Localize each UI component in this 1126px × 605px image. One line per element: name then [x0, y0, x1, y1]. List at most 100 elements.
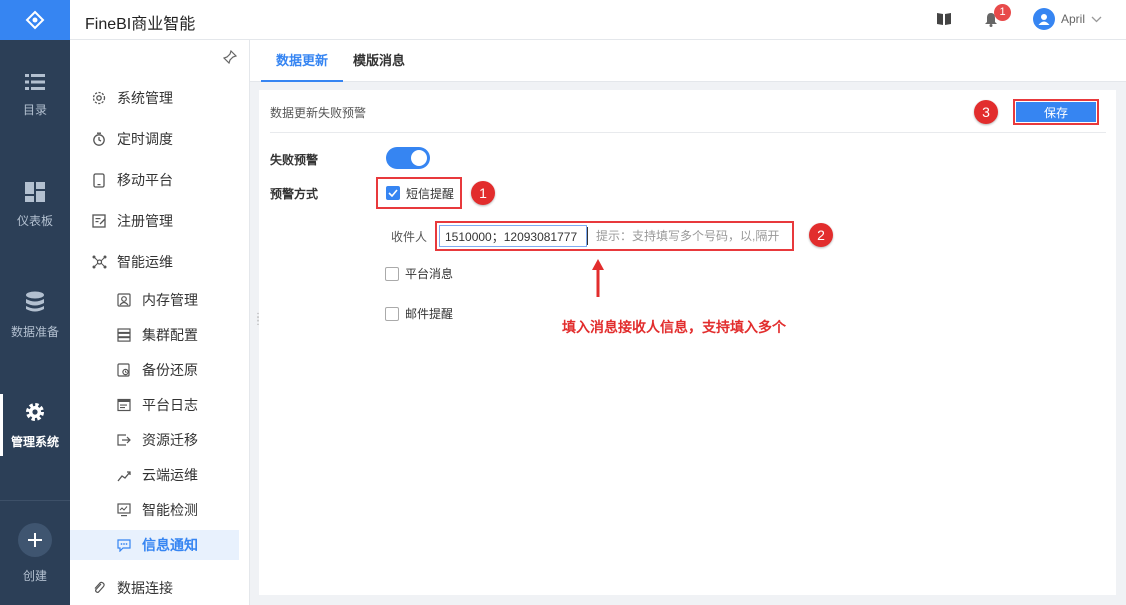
tab-bar: 数据更新 模版消息 — [250, 40, 1126, 82]
sidebar-item-cloud[interactable]: 云端运维 — [70, 460, 239, 490]
sidebar-item-ops[interactable]: 智能运维 — [70, 247, 239, 277]
notification-badge: 1 — [994, 4, 1011, 21]
checkbox-unchecked[interactable] — [385, 266, 399, 281]
pin-icon[interactable] — [222, 49, 238, 67]
help-book-icon[interactable] — [936, 12, 952, 29]
rail-item-catalog[interactable]: 目录 — [0, 50, 70, 140]
checkbox-unchecked[interactable] — [385, 306, 399, 321]
step-1-marker: 1 — [471, 181, 495, 205]
dashboard-icon — [25, 181, 45, 202]
cloud-trend-icon — [116, 467, 132, 483]
rail-item-label: 仪表板 — [16, 213, 53, 228]
logo-icon — [25, 10, 45, 30]
recipient-label: 收件人 — [391, 230, 428, 244]
platform-msg-option[interactable]: 平台消息 — [385, 265, 453, 282]
sms-checkbox-option[interactable]: 短信提醒 — [376, 177, 462, 209]
recipient-hint: 提示：支持填写多个号码，以,隔开 — [596, 229, 780, 243]
sidebar-item-label: 内存管理 — [142, 292, 198, 308]
top-header: FineBI商业智能 1 April — [70, 0, 1126, 40]
rail-item-dashboard[interactable]: 仪表板 — [0, 160, 70, 250]
panel-title: 数据更新失败预警 — [270, 106, 367, 120]
sms-label: 短信提醒 — [406, 186, 455, 201]
user-menu[interactable]: April — [1033, 8, 1102, 30]
sidebar-item-migrate[interactable]: 资源迁移 — [70, 425, 239, 455]
admin-sidebar: 系统管理 定时调度 移动平台 注册管理 智能运维 内存管理 集群配置 备份还原 … — [70, 40, 250, 605]
annotation-note: 填入消息接收人信息，支持填入多个 — [562, 320, 786, 336]
backup-icon — [116, 362, 132, 378]
sidebar-item-label: 数据连接 — [117, 580, 173, 596]
sidebar-item-label: 智能运维 — [117, 254, 173, 270]
sidebar-item-logs[interactable]: 平台日志 — [70, 390, 239, 420]
sidebar-item-label: 平台日志 — [142, 397, 198, 413]
rail-item-label: 管理系统 — [10, 434, 59, 449]
register-icon — [91, 213, 107, 229]
avatar — [1033, 8, 1055, 30]
check-icon — [388, 189, 398, 197]
sidebar-item-schedule[interactable]: 定时调度 — [70, 124, 239, 154]
recipient-highlight: 提示：支持填写多个号码，以,隔开 — [435, 221, 794, 251]
save-button[interactable]: 保存 — [1016, 102, 1096, 122]
sidebar-item-label: 集群配置 — [142, 327, 198, 343]
sidebar-item-connect[interactable]: 数据连接 — [70, 573, 239, 603]
sidebar-item-mobile[interactable]: 移动平台 — [70, 165, 239, 195]
timer-icon — [91, 131, 107, 147]
step-3-marker: 3 — [974, 100, 998, 124]
platform-msg-label: 平台消息 — [405, 267, 454, 281]
alert-method-label: 预警方式 — [270, 187, 319, 201]
tab-data-update[interactable]: 数据更新 — [260, 40, 344, 82]
user-name: April — [1061, 12, 1086, 26]
fail-alert-toggle[interactable] — [386, 147, 430, 169]
create-button[interactable]: 创建 — [0, 500, 70, 605]
migrate-icon — [116, 432, 132, 448]
server-icon — [116, 327, 132, 343]
mobile-icon — [91, 172, 107, 188]
sidebar-item-label: 云端运维 — [142, 467, 198, 483]
arrow-up-icon — [592, 259, 604, 297]
sidebar-item-label: 智能检测 — [142, 502, 198, 518]
email-option[interactable]: 邮件提醒 — [385, 305, 453, 322]
tab-template-message[interactable]: 模版消息 — [353, 40, 405, 82]
sidebar-item-detect[interactable]: 智能检测 — [70, 495, 239, 525]
email-label: 邮件提醒 — [405, 307, 454, 321]
sidebar-item-label: 移动平台 — [117, 172, 173, 188]
main-rail: 目录 仪表板 数据准备 管理系统 创建 — [0, 0, 70, 605]
sidebar-item-memory[interactable]: 内存管理 — [70, 285, 239, 315]
sidebar-item-label: 资源迁移 — [142, 432, 198, 448]
settings-panel: 数据更新失败预警 3 保存 失败预警 预警方式 短信提醒 1 收件人 提示：支持… — [259, 90, 1116, 595]
sidebar-item-register[interactable]: 注册管理 — [70, 206, 239, 236]
sidebar-item-label: 定时调度 — [117, 131, 173, 147]
sidebar-item-system[interactable]: 系统管理 — [70, 83, 239, 113]
sidebar-item-backup[interactable]: 备份还原 — [70, 355, 239, 385]
app-title: FineBI商业智能 — [85, 16, 196, 33]
rail-item-admin[interactable]: 管理系统 — [0, 380, 70, 470]
recipient-input[interactable] — [439, 225, 587, 247]
chevron-down-icon — [1091, 16, 1102, 22]
gear-outline-icon — [91, 90, 107, 106]
fail-alert-label: 失败预警 — [270, 153, 319, 167]
sidebar-item-label: 备份还原 — [142, 362, 198, 378]
sidebar-item-cluster[interactable]: 集群配置 — [70, 320, 239, 350]
sidebar-item-label: 系统管理 — [117, 90, 173, 106]
rail-item-data-prep[interactable]: 数据准备 — [0, 270, 70, 360]
plus-icon — [18, 522, 52, 557]
sidebar-item-label: 信息通知 — [142, 537, 198, 553]
rail-item-label: 数据准备 — [10, 324, 59, 339]
checkbox-checked[interactable] — [386, 186, 400, 200]
list-icon — [25, 73, 45, 90]
link-icon — [91, 580, 107, 596]
message-icon — [116, 537, 132, 553]
divider — [270, 132, 1106, 133]
sidebar-item-label: 注册管理 — [117, 213, 173, 229]
gear-icon — [26, 402, 44, 421]
database-icon — [26, 291, 44, 311]
rail-item-label: 目录 — [22, 102, 47, 117]
step-2-marker: 2 — [809, 223, 833, 247]
monitor-icon — [116, 502, 132, 518]
network-icon — [91, 254, 107, 270]
sidebar-item-notify[interactable]: 信息通知 — [70, 530, 239, 560]
save-highlight: 保存 — [1013, 99, 1099, 125]
log-icon — [116, 397, 132, 413]
logo[interactable] — [0, 0, 70, 40]
memory-icon — [116, 292, 132, 308]
create-label: 创建 — [22, 568, 47, 583]
